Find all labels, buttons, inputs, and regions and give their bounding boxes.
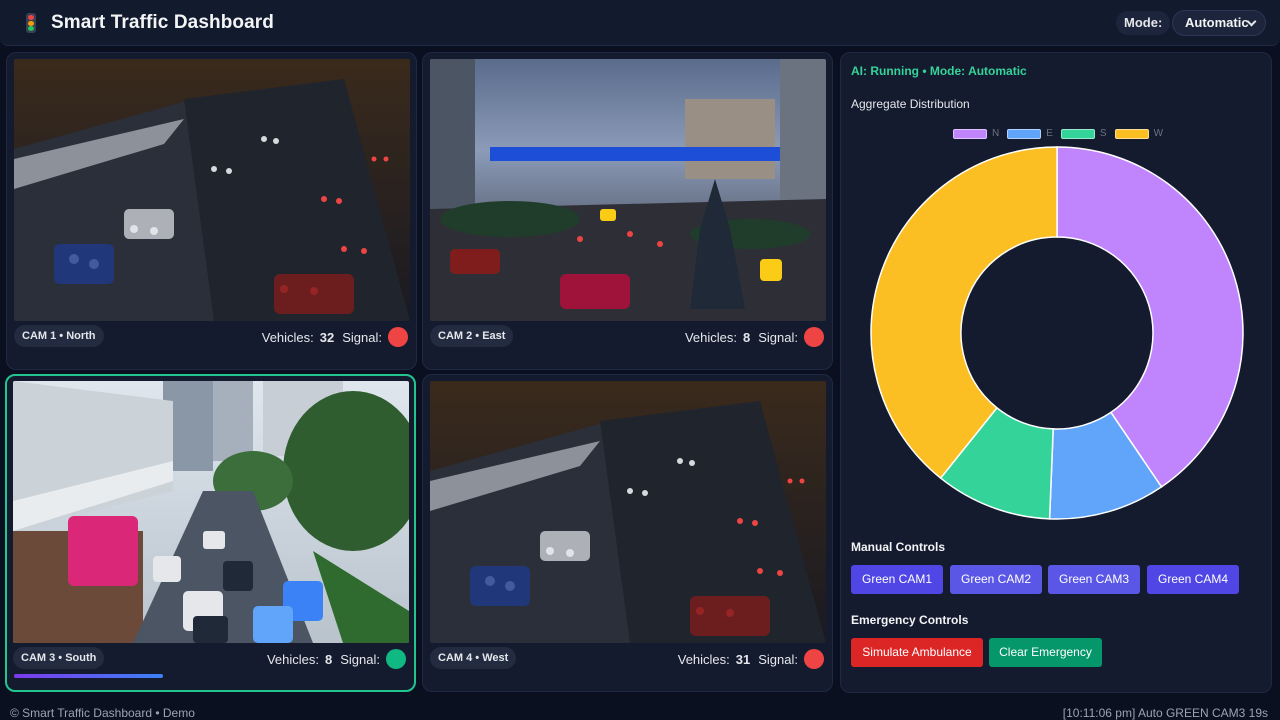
clear-emergency-button[interactable]: Clear Emergency (989, 638, 1102, 667)
camera-card-3[interactable]: CAM 3 • South Vehicles: 8 Signal: (5, 374, 416, 692)
camera-stats: Vehicles: 8 Signal: (685, 326, 824, 348)
app-title: Smart Traffic Dashboard (51, 12, 274, 33)
vehicle-count: 8 (325, 651, 333, 667)
legend-swatch (953, 128, 987, 139)
signal-light-indicator (386, 649, 406, 669)
legend-swatch (1114, 128, 1149, 139)
green-cam4-button[interactable]: Green CAM4 (1147, 565, 1239, 594)
vehicles-label: Vehicles: (677, 651, 730, 667)
manual-controls-title: Manual Controls (851, 540, 946, 554)
camera-card-2[interactable]: CAM 2 • East Vehicles: 8 Signal: (422, 52, 833, 370)
camera-label: CAM 2 • East (430, 325, 514, 347)
ai-status: AI: Running • Mode: Automatic (851, 64, 1027, 78)
camera-feed-1 (14, 59, 410, 321)
camera-label: CAM 3 • South (13, 647, 105, 669)
signal-label: Signal: (758, 651, 798, 667)
mode-select-value: Automatic (1185, 15, 1249, 30)
green-cam2-button[interactable]: Green CAM2 (950, 565, 1042, 594)
legend-label: E (1046, 128, 1053, 139)
camera-label: CAM 4 • West (430, 647, 517, 669)
legend-item[interactable]: E (1007, 128, 1053, 139)
legend-swatch (1060, 128, 1095, 139)
signal-label: Signal: (340, 651, 380, 667)
green-cam3-button[interactable]: Green CAM3 (1048, 565, 1140, 594)
app-header: Smart Traffic Dashboard Mode: Automatic (0, 0, 1280, 46)
signal-light-indicator (804, 327, 824, 347)
control-panel: AI: Running • Mode: Automatic Aggregate … (840, 52, 1272, 693)
camera-card-4[interactable]: CAM 4 • West Vehicles: 31 Signal: (422, 374, 833, 692)
signal-label: Signal: (758, 329, 798, 345)
simulate-ambulance-button[interactable]: Simulate Ambulance (851, 638, 983, 667)
legend-item[interactable]: S (1060, 128, 1107, 139)
vehicle-count: 32 (319, 329, 335, 345)
legend-item[interactable]: W (1114, 128, 1164, 139)
chart-legend: NESW (953, 128, 1171, 139)
mode-label: Mode: (1116, 11, 1171, 35)
camera-label: CAM 1 • North (14, 325, 104, 347)
legend-label: W (1153, 128, 1164, 139)
vehicle-count: 8 (743, 329, 751, 345)
camera-stats: Vehicles: 8 Signal: (267, 648, 406, 670)
traffic-light-icon (26, 13, 36, 33)
green-timer-progress (14, 674, 164, 678)
camera-stats: Vehicles: 31 Signal: (678, 648, 824, 670)
legend-item[interactable]: N (953, 128, 999, 139)
camera-feed-3 (13, 381, 409, 643)
camera-stats: Vehicles: 32 Signal: (262, 326, 408, 348)
signal-light-indicator (388, 327, 408, 347)
mode-select[interactable]: Automatic (1172, 10, 1266, 36)
green-cam1-button[interactable]: Green CAM1 (851, 565, 943, 594)
signal-label: Signal: (342, 329, 382, 345)
footer-log: [10:11:06 pm] Auto GREEN CAM3 19s (1062, 706, 1268, 720)
vehicles-label: Vehicles: (266, 651, 320, 667)
emergency-controls-title: Emergency Controls (851, 613, 969, 627)
camera-feed-4 (430, 381, 826, 643)
legend-label: N (992, 128, 1000, 139)
legend-swatch (1007, 128, 1042, 139)
camera-card-1[interactable]: CAM 1 • North Vehicles: 32 Signal: (6, 52, 417, 370)
signal-light-indicator (804, 649, 824, 669)
vehicles-label: Vehicles: (261, 329, 314, 345)
vehicle-count: 31 (735, 651, 751, 667)
vehicles-label: Vehicles: (684, 329, 738, 345)
aggregate-title: Aggregate Distribution (851, 97, 970, 111)
footer-copyright: © Smart Traffic Dashboard • Demo (10, 706, 195, 720)
camera-feed-2 (430, 59, 826, 321)
legend-label: S (1099, 128, 1107, 139)
aggregate-donut-chart (870, 146, 1244, 520)
